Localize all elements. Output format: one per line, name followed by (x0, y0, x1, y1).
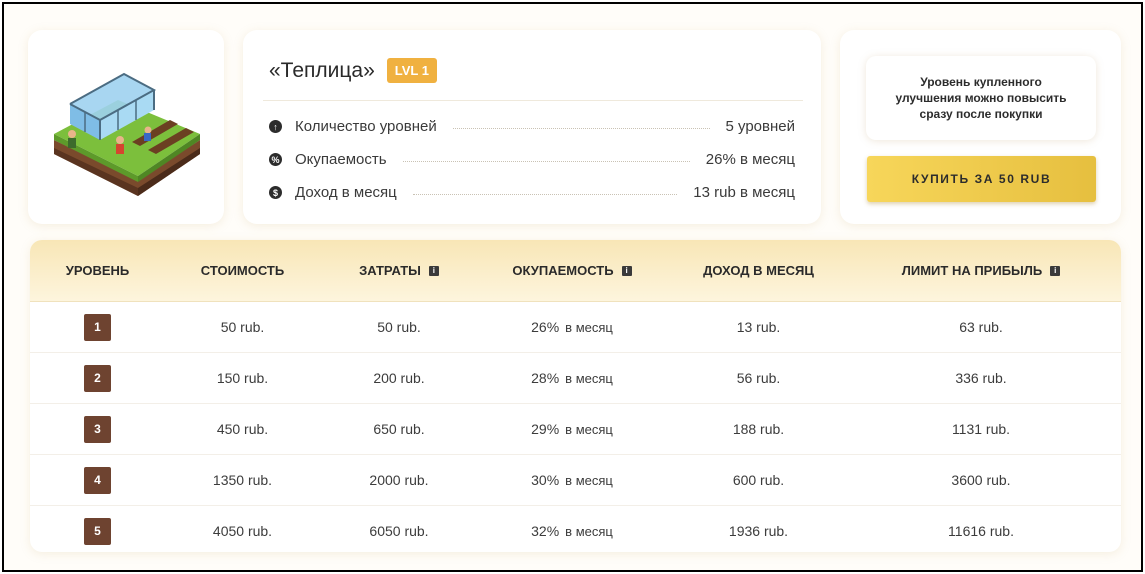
upgrade-note: Уровень купленного улучшения можно повыс… (866, 56, 1096, 140)
greenhouse-illustration (54, 72, 200, 196)
stat-label: Доход в месяц (295, 184, 397, 201)
cell-limit: 11616 rub. (948, 523, 1014, 539)
stat-value: 5 уровней (725, 118, 796, 135)
page-frame: «Теплица» LVL 1 ↑ Количество уровней 5 у… (2, 2, 1143, 572)
cell-payback: 30% в месяц (531, 472, 613, 488)
header-payback: ОКУПАЕМОСТЬ i (478, 263, 666, 278)
cell-income: 188 rub. (732, 421, 785, 437)
header-cost: СТОИМОСТЬ (200, 263, 285, 278)
level-badge: LVL 1 (386, 58, 437, 83)
header-income: ДОХОД В МЕСЯЦ (703, 263, 814, 278)
cell-cost: 150 rub. (216, 370, 269, 386)
buy-button[interactable]: КУПИТЬ ЗА 50 RUB (867, 156, 1096, 202)
cell-income: 56 rub. (736, 370, 781, 386)
cell-limit: 336 rub. (955, 370, 1007, 386)
levels-table: УРОВЕНЬ СТОИМОСТЬ ЗАТРАТЫ i ОКУПАЕМОСТЬ i … (30, 240, 1121, 552)
cell-payback: 26% в месяц (531, 319, 613, 335)
cell-expenses: 50 rub. (377, 319, 421, 335)
percent-icon: % (269, 153, 282, 166)
cell-cost: 50 rub. (220, 319, 265, 335)
level-number-badge: 4 (84, 466, 111, 494)
table-header: УРОВЕНЬ СТОИМОСТЬ ЗАТРАТЫ i ОКУПАЕМОСТЬ i … (30, 240, 1121, 302)
item-title: «Теплица» (269, 58, 375, 82)
info-icon[interactable]: i (1050, 265, 1061, 276)
arrow-up-icon: ↑ (269, 120, 282, 133)
cell-income: 1936 rub. (728, 523, 789, 539)
dotted-leader (402, 161, 690, 162)
stat-label: Количество уровней (295, 118, 437, 135)
buy-card: Уровень купленного улучшения можно повыс… (840, 30, 1121, 224)
cell-cost: 1350 rub. (212, 472, 273, 488)
cell-cost: 450 rub. (216, 421, 269, 437)
stat-value: 26% в месяц (705, 151, 795, 168)
table-row: 2 150 rub. 200 rub. 28% в месяц 56 rub. 3… (30, 353, 1121, 404)
cell-expenses: 2000 rub. (369, 472, 429, 488)
table-row: 1 50 rub. 50 rub. 26% в месяц 13 rub. 63 … (30, 302, 1121, 353)
stat-levels: ↑ Количество уровней 5 уровней (269, 118, 795, 135)
cell-limit: 3600 rub. (951, 472, 1011, 488)
level-number-badge: 5 (84, 517, 111, 545)
table-row: 3 450 rub. 650 rub. 29% в месяц 188 rub. … (30, 404, 1121, 455)
stat-label: Окупаемость (295, 151, 387, 168)
stat-payback: % Окупаемость 26% в месяц (269, 151, 795, 168)
level-number-badge: 3 (84, 415, 111, 443)
dotted-leader (412, 194, 678, 195)
item-info-card: «Теплица» LVL 1 ↑ Количество уровней 5 у… (243, 30, 821, 224)
item-image-card (28, 30, 224, 224)
cell-payback: 32% в месяц (531, 523, 613, 539)
header-limit: ЛИМИТ НА ПРИБЫЛЬ i (851, 263, 1111, 278)
cell-expenses: 200 rub. (373, 370, 425, 386)
table-row: 4 1350 rub. 2000 rub. 30% в месяц 600 rub… (30, 455, 1121, 506)
cell-limit: 1131 rub. (951, 421, 1011, 437)
dollar-icon: $ (269, 186, 282, 199)
divider (263, 100, 803, 101)
cell-income: 13 rub. (736, 319, 781, 335)
cell-cost: 4050 rub. (212, 523, 273, 539)
table-row: 5 4050 rub. 6050 rub. 32% в месяц 1936 ru… (30, 506, 1121, 552)
level-number-badge: 2 (84, 364, 111, 392)
info-icon[interactable]: i (621, 265, 632, 276)
cell-payback: 28% в месяц (531, 370, 613, 386)
stat-income: $ Доход в месяц 13 rub в месяц (269, 184, 795, 201)
dotted-leader (452, 128, 710, 129)
cell-expenses: 6050 rub. (369, 523, 429, 539)
level-number-badge: 1 (84, 313, 111, 341)
stat-value: 13 rub в месяц (693, 184, 795, 201)
header-level: УРОВЕНЬ (65, 263, 130, 278)
header-expenses: ЗАТРАТЫ i (320, 263, 478, 278)
cell-expenses: 650 rub. (373, 421, 425, 437)
cell-limit: 63 rub. (959, 319, 1003, 335)
info-icon[interactable]: i (428, 265, 439, 276)
cell-income: 600 rub. (732, 472, 785, 488)
cell-payback: 29% в месяц (531, 421, 613, 437)
